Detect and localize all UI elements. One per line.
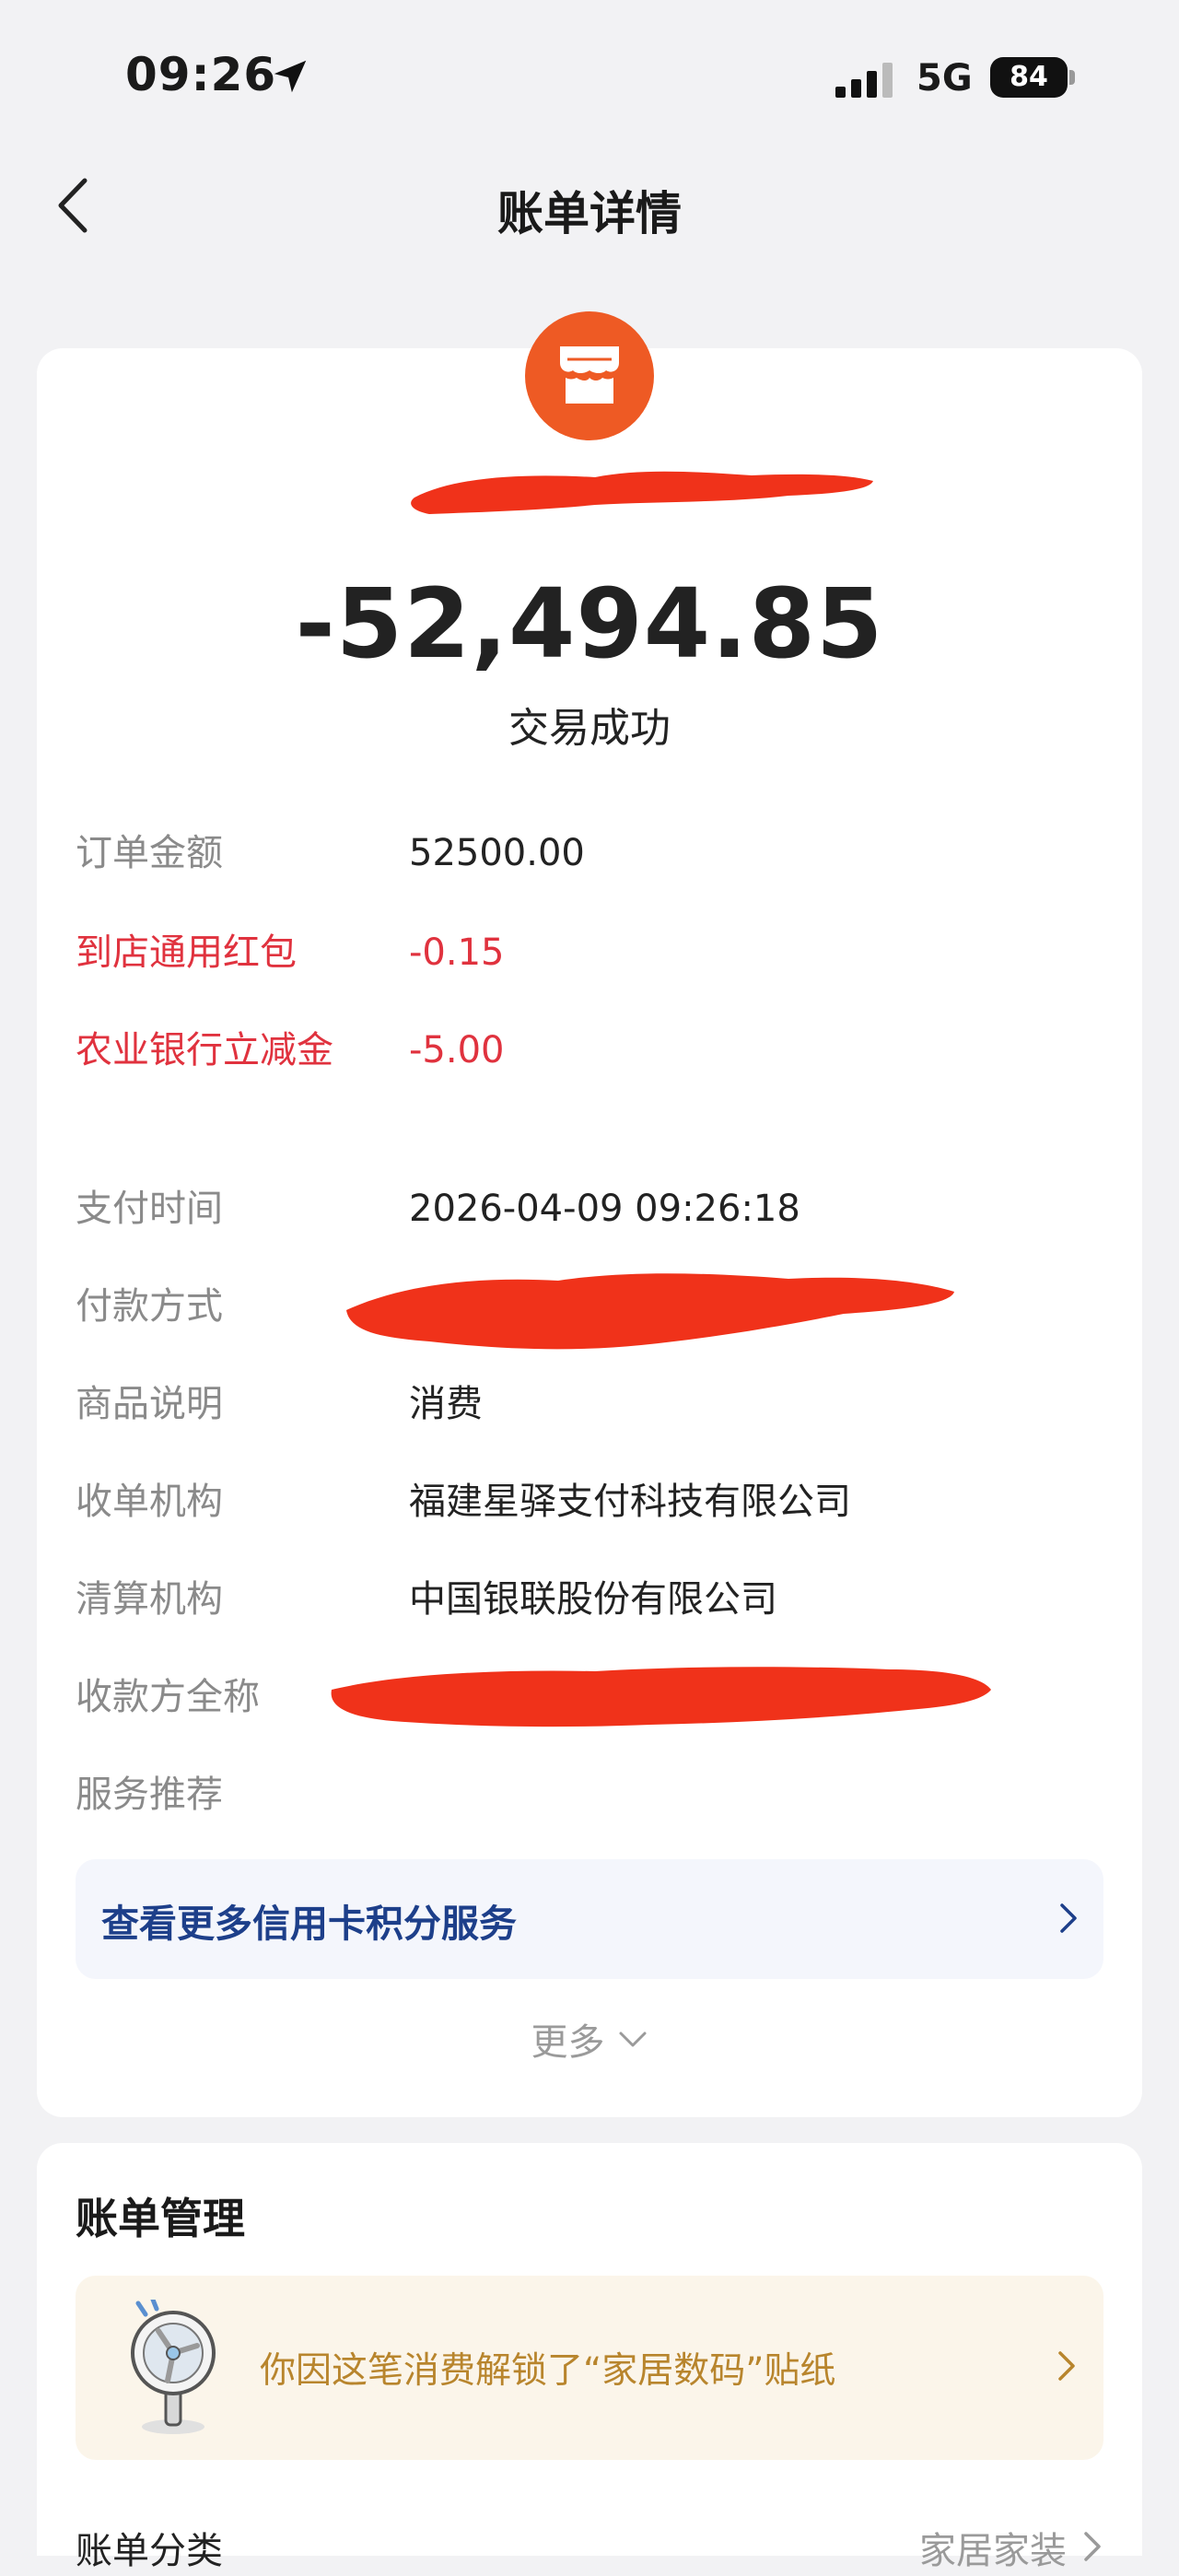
status-time: 09:26 (125, 48, 277, 101)
nav-bar: 账单详情 (0, 157, 1179, 258)
detail-label: 收单机构 (76, 1481, 223, 1523)
detail-value: 消费 (409, 1383, 483, 1425)
detail-label: 清算机构 (76, 1578, 223, 1621)
detail-label: 到店通用红包 (76, 931, 297, 974)
payment-method-redaction (346, 1273, 954, 1350)
chevron-right-icon (1084, 2532, 1101, 2561)
detail-value: -0.15 (409, 931, 505, 974)
detail-label: 农业银行立减金 (76, 1029, 333, 1071)
page-title: 账单详情 (497, 187, 682, 240)
signal-bars-icon (835, 63, 893, 98)
credit-card-points-service-button[interactable]: 查看更多信用卡积分服务 (76, 1859, 1103, 1979)
chevron-down-icon (619, 2032, 647, 2047)
battery-level: 84 (990, 57, 1068, 98)
more-toggle[interactable]: 更多 (37, 2012, 1142, 2066)
bill-detail-card: -52,494.85 交易成功 订单金额 52500.00 到店通用红包 -0.… (37, 311, 1142, 2117)
desk-fan-sticker-icon (131, 2300, 216, 2434)
transaction-status: 交易成功 (508, 705, 671, 752)
chevron-right-icon (1058, 2351, 1075, 2381)
detail-label: 支付时间 (76, 1188, 223, 1230)
detail-label: 订单金额 (76, 832, 223, 874)
more-label: 更多 (531, 2021, 605, 2064)
category-label: 账单分类 (76, 2530, 223, 2572)
service-label: 查看更多信用卡积分服务 (101, 1902, 517, 1946)
detail-value: 2026-04-09 09:26:18 (409, 1188, 800, 1230)
bill-management-card: 账单管理 你因这笔消费解锁了“家居数码”贴纸 账单分类 家居家装 (37, 2143, 1142, 2572)
shop-icon (525, 311, 654, 440)
detail-value: 中国银联股份有限公司 (409, 1578, 777, 1621)
location-arrow-icon (274, 60, 307, 93)
sticker-text: 你因这笔消费解锁了“家居数码”贴纸 (260, 2350, 836, 2392)
detail-value: 福建星驿支付科技有限公司 (409, 1481, 851, 1523)
payee-redaction (331, 1667, 991, 1727)
detail-label: 服务推荐 (76, 1774, 223, 1816)
category-value: 家居家装 (919, 2530, 1067, 2572)
status-bar: 09:26 5G 84 (0, 0, 1179, 138)
bill-category-row[interactable]: 账单分类 家居家装 (76, 2521, 1103, 2576)
detail-value: -5.00 (409, 1029, 505, 1071)
merchant-name-redaction (411, 471, 873, 514)
chevron-right-icon (1060, 1903, 1077, 1933)
transaction-amount: -52,494.85 (295, 568, 884, 680)
network-type: 5G (916, 57, 973, 100)
battery-icon: 84 (990, 57, 1075, 98)
detail-label: 付款方式 (76, 1285, 223, 1328)
detail-label: 收款方全称 (76, 1676, 260, 1718)
section-title: 账单管理 (76, 2194, 245, 2243)
sticker-unlock-banner[interactable]: 你因这笔消费解锁了“家居数码”贴纸 (76, 2276, 1103, 2460)
detail-label: 商品说明 (76, 1383, 223, 1425)
detail-value: 52500.00 (409, 832, 585, 874)
